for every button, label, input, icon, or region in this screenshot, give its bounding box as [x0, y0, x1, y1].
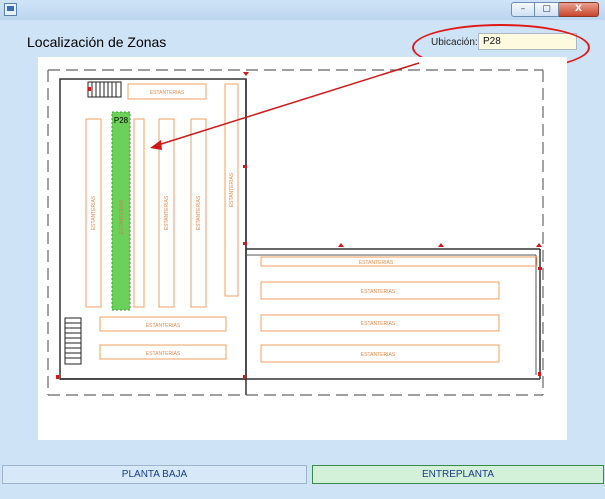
shelf-label-v5: ESTANTERIAS	[229, 172, 235, 207]
title-bar: – ▢ X	[0, 0, 605, 20]
shelf-label-r1: ESTANTERIAS	[359, 260, 394, 266]
tab-planta-baja[interactable]: PLANTA BAJA	[2, 465, 307, 484]
minimize-button[interactable]: –	[511, 2, 535, 17]
close-button[interactable]: X	[559, 2, 599, 17]
window-controls: – ▢ X	[511, 2, 599, 17]
shelf-label-top: ESTANTERIAS	[150, 90, 185, 96]
floor-plan-panel: ESTANTERIAS ESTANTERIAS P28 ESTANTERIAS …	[38, 57, 567, 440]
floor-plan-map: ESTANTERIAS ESTANTERIAS P28 ESTANTERIAS …	[47, 69, 544, 396]
shelf-label-v4: ESTANTERIAS	[196, 195, 202, 230]
tab-entreplanta[interactable]: ENTREPLANTA	[312, 465, 604, 484]
shelf-label-h1: ESTANTERIAS	[146, 323, 181, 329]
shelf-label-v1: ESTANTERIAS	[91, 195, 97, 230]
shelf-label-r2: ESTANTERIAS	[361, 289, 396, 295]
shelf-label-r3: ESTANTERIAS	[361, 321, 396, 327]
shelf-label-r4: ESTANTERIAS	[361, 352, 396, 358]
shelf-label-v3: ESTANTERIAS	[164, 195, 170, 230]
shelf-label-h2: ESTANTERIAS	[146, 351, 181, 357]
app-window-icon[interactable]	[4, 3, 17, 16]
page-title: Localización de Zonas	[27, 34, 167, 50]
maximize-button[interactable]: ▢	[535, 2, 559, 17]
shelf-label-v2: ESTANTERIAS	[119, 199, 125, 234]
zone-p28-label: P28	[114, 116, 129, 125]
